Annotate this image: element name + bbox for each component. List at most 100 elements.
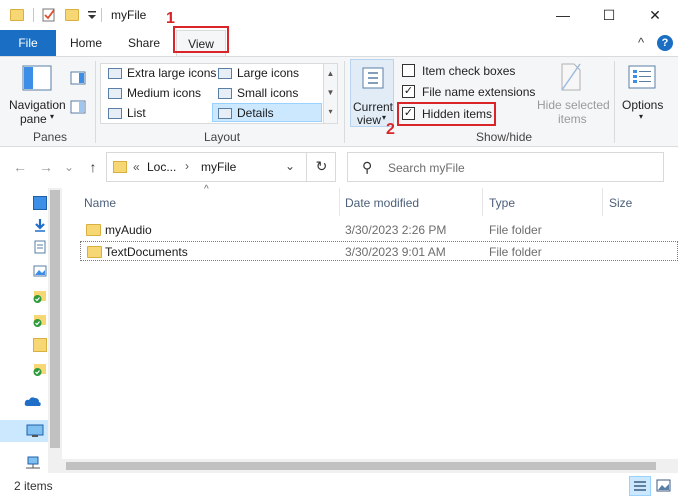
minimize-button[interactable]: — (540, 0, 586, 30)
chevron-down-icon: ▾ (639, 112, 644, 121)
column-divider[interactable] (482, 188, 483, 216)
file-name-extensions-checkbox[interactable]: ✓ (402, 85, 415, 98)
tab-share[interactable]: Share (120, 30, 168, 56)
synced-folder-icon[interactable] (33, 289, 47, 303)
back-button[interactable]: ← (10, 157, 30, 177)
navigation-pane (0, 188, 62, 473)
divider (614, 61, 615, 143)
column-divider[interactable] (602, 188, 603, 216)
close-button[interactable]: ✕ (632, 0, 678, 30)
pictures-icon[interactable] (33, 264, 47, 278)
navigation-pane-label-2: pane (20, 112, 47, 126)
folder-icon (113, 161, 127, 173)
refresh-button[interactable]: ↻ (306, 152, 336, 182)
layout-small-icons[interactable]: Small icons (213, 84, 298, 103)
scroll-up-icon[interactable]: ▲ (324, 64, 337, 83)
tab-home[interactable]: Home (62, 30, 110, 56)
onedrive-icon[interactable] (24, 394, 42, 408)
minimize-icon: — (556, 7, 570, 23)
network-icon[interactable] (24, 456, 42, 470)
extra-large-icons-icon (108, 68, 122, 79)
hide-selected-items-label-2: items (558, 112, 587, 126)
layout-list[interactable]: List (103, 104, 146, 123)
status-bar: 2 items (0, 473, 678, 498)
recent-locations-button[interactable]: ⌄ (59, 157, 79, 177)
callout-box-view-tab (173, 26, 229, 53)
breadcrumb-current[interactable]: myFile (201, 160, 236, 174)
item-count: 2 items (14, 479, 53, 493)
file-type: File folder (489, 245, 542, 259)
scrollbar-thumb[interactable] (50, 190, 60, 448)
callout-number-1: 1 (166, 10, 175, 27)
item-check-boxes-checkbox[interactable] (402, 64, 415, 77)
hide-selected-items-label: Hide selected (537, 98, 610, 112)
ribbon-tabs: File Home Share View 1 ^ ? (0, 10, 678, 56)
file-list: ^ Name Date modified Type Size myAudio 3… (62, 184, 678, 473)
address-bar[interactable]: « Loc... › myFile ⌄ (106, 152, 336, 182)
file-date: 3/30/2023 9:01 AM (345, 245, 446, 259)
column-name[interactable]: Name (84, 196, 116, 210)
details-view-icon (634, 481, 646, 491)
search-box[interactable]: ⚲ Search myFile (347, 152, 664, 182)
current-view-button[interactable]: Current view ▾ (350, 59, 394, 127)
navigation-pane-icon (22, 65, 52, 91)
details-pane-icon[interactable] (70, 100, 86, 114)
item-check-boxes-label: Item check boxes (422, 64, 516, 78)
column-type[interactable]: Type (489, 196, 515, 210)
preview-pane-icon[interactable] (70, 71, 86, 85)
synced-folder-icon[interactable] (33, 362, 47, 376)
file-date: 3/30/2023 2:26 PM (345, 223, 447, 237)
forward-button[interactable]: → (36, 157, 56, 177)
address-dropdown-icon[interactable]: ⌄ (285, 159, 295, 173)
breadcrumb-parent[interactable]: Loc... (147, 160, 176, 174)
new-folder-icon[interactable] (65, 9, 79, 21)
layout-medium-icons[interactable]: Medium icons (103, 84, 201, 103)
file-name: TextDocuments (105, 245, 188, 259)
column-size[interactable]: Size (609, 196, 632, 210)
navigation-pane-label: Navigation (9, 98, 66, 112)
details-view-button[interactable] (629, 476, 651, 496)
breadcrumb-separator[interactable]: › (185, 159, 189, 173)
table-row[interactable]: TextDocuments 3/30/2023 9:01 AM File fol… (80, 241, 678, 261)
file-type: File folder (489, 223, 542, 237)
scroll-down-icon[interactable]: ▼ (324, 83, 337, 102)
divider (344, 61, 345, 143)
details-icon (218, 108, 232, 119)
search-input[interactable]: Search myFile (388, 161, 465, 175)
help-icon[interactable]: ? (657, 35, 673, 51)
layout-extra-large-icons[interactable]: Extra large icons (103, 64, 216, 83)
layout-gallery: Extra large icons Large icons Medium ico… (100, 63, 338, 124)
customize-toolbar-icon[interactable] (84, 7, 100, 23)
show-hide-group-label: Show/hide (476, 130, 533, 144)
large-icons-view-icon[interactable] (656, 479, 671, 492)
window-title: myFile (111, 8, 147, 22)
layout-large-icons[interactable]: Large icons (213, 64, 299, 83)
this-pc-item[interactable] (0, 420, 48, 442)
layout-details[interactable]: Details (212, 103, 322, 122)
downloads-icon[interactable] (33, 218, 47, 232)
address-overflow[interactable]: « (133, 160, 140, 174)
folder-icon[interactable] (33, 338, 47, 352)
collapse-ribbon-icon[interactable]: ^ (638, 35, 644, 50)
desktop-icon[interactable] (33, 196, 47, 210)
sort-ascending-icon: ^ (204, 184, 209, 195)
properties-icon[interactable] (41, 7, 57, 23)
horizontal-scrollbar[interactable] (62, 459, 678, 473)
synced-folder-icon[interactable] (33, 313, 47, 327)
documents-icon[interactable] (33, 240, 47, 254)
ribbon: Navigation pane ▾ Panes Extra large icon… (0, 56, 678, 147)
column-divider[interactable] (339, 188, 340, 216)
layout-scroll[interactable]: ▲ ▼ ▾ (323, 64, 337, 123)
scrollbar-thumb[interactable] (66, 462, 656, 470)
up-button[interactable]: ↑ (83, 157, 103, 177)
current-view-icon (362, 67, 384, 89)
small-icons-icon (218, 88, 232, 99)
maximize-button[interactable]: ☐ (586, 0, 632, 30)
navigation-pane-scrollbar[interactable] (48, 188, 62, 473)
this-pc-icon (26, 424, 44, 437)
divider (33, 8, 34, 22)
table-row[interactable]: myAudio 3/30/2023 2:26 PM File folder (80, 220, 678, 240)
tab-file[interactable]: File (0, 30, 56, 56)
expand-gallery-icon[interactable]: ▾ (324, 102, 337, 121)
column-date-modified[interactable]: Date modified (345, 196, 419, 210)
